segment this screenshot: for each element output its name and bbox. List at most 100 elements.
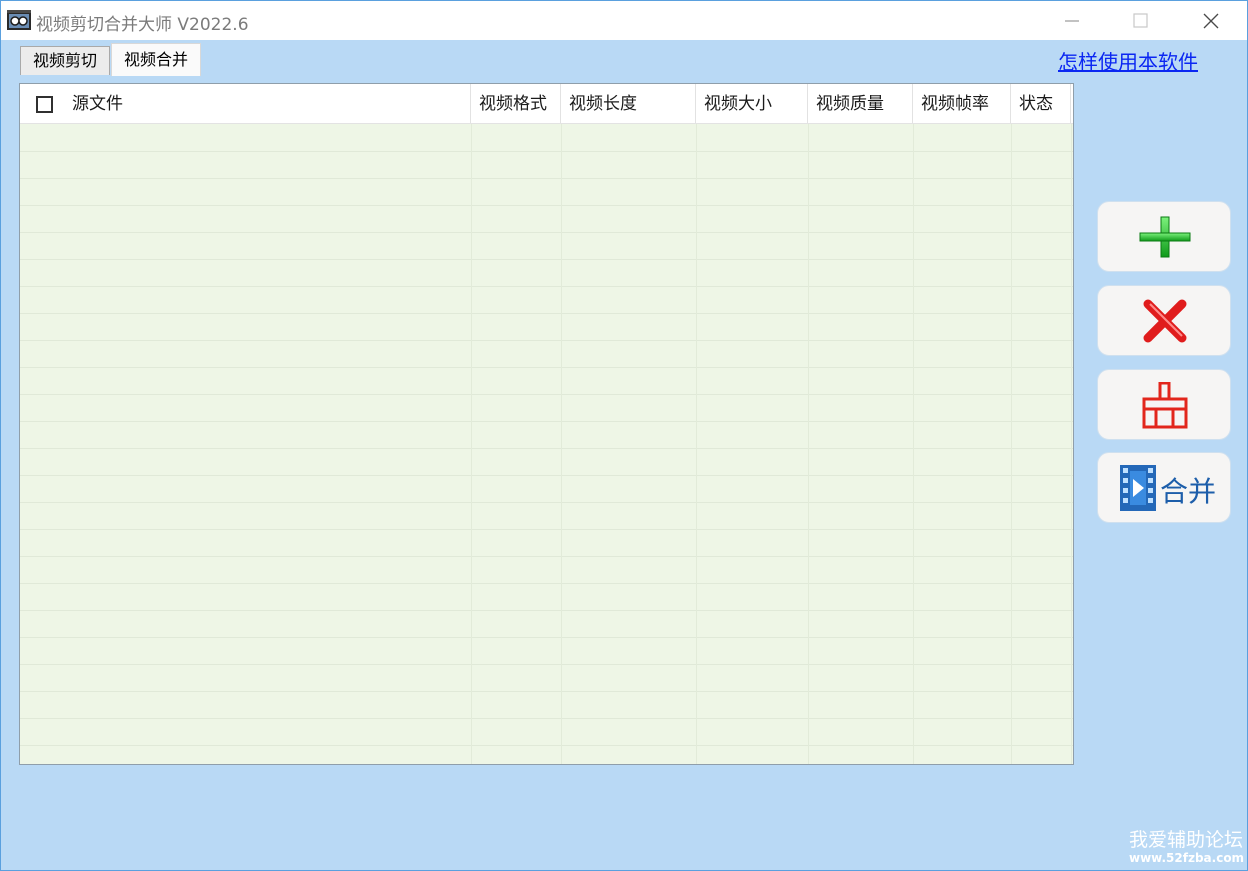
cell-divider: [808, 421, 809, 448]
cell-divider: [1011, 394, 1012, 421]
table-row[interactable]: [20, 448, 1073, 476]
cell-divider: [561, 502, 562, 529]
cell-divider: [696, 691, 697, 718]
cell-divider: [696, 286, 697, 313]
select-all-checkbox[interactable]: [36, 96, 53, 113]
cell-divider: [471, 151, 472, 178]
cell-divider: [696, 745, 697, 764]
table-row[interactable]: [20, 286, 1073, 314]
cell-divider: [808, 313, 809, 340]
cell-divider: [696, 637, 697, 664]
column-header-size[interactable]: 视频大小: [696, 84, 808, 123]
cell-divider: [808, 556, 809, 583]
close-icon[interactable]: [1187, 1, 1233, 40]
delete-button[interactable]: [1097, 285, 1231, 356]
table-row[interactable]: [20, 313, 1073, 341]
cell-divider: [1011, 151, 1012, 178]
cell-divider: [1011, 259, 1012, 286]
cell-divider: [913, 529, 914, 556]
table-row[interactable]: [20, 259, 1073, 287]
column-header-quality[interactable]: 视频质量: [808, 84, 913, 123]
table-row[interactable]: [20, 124, 1073, 152]
table-row[interactable]: [20, 637, 1073, 665]
cell-divider: [1011, 313, 1012, 340]
table-row[interactable]: [20, 502, 1073, 530]
cell-divider: [561, 475, 562, 502]
table-row[interactable]: [20, 529, 1073, 557]
cell-divider: [696, 610, 697, 637]
table-row[interactable]: [20, 151, 1073, 179]
table-row[interactable]: [20, 556, 1073, 584]
cell-divider: [808, 718, 809, 745]
table-row[interactable]: [20, 691, 1073, 719]
column-header-status[interactable]: 状态: [1011, 84, 1071, 123]
table-row[interactable]: [20, 178, 1073, 206]
cell-divider: [808, 124, 809, 151]
cell-divider: [561, 205, 562, 232]
table-row[interactable]: [20, 475, 1073, 503]
table-row[interactable]: [20, 232, 1073, 260]
table-row[interactable]: [20, 664, 1073, 692]
maximize-icon[interactable]: [1117, 1, 1163, 40]
table-row[interactable]: [20, 421, 1073, 449]
cell-divider: [913, 448, 914, 475]
cell-divider: [1071, 286, 1072, 313]
cell-divider: [696, 475, 697, 502]
cell-divider: [1071, 556, 1072, 583]
cell-divider: [696, 151, 697, 178]
cell-divider: [471, 664, 472, 691]
table-row[interactable]: [20, 745, 1073, 764]
cell-divider: [1071, 691, 1072, 718]
window-title: 视频剪切合并大师 V2022.6: [36, 15, 249, 35]
cell-divider: [808, 529, 809, 556]
table-row[interactable]: [20, 718, 1073, 746]
cell-divider: [1011, 421, 1012, 448]
cell-divider: [696, 178, 697, 205]
table-row[interactable]: [20, 394, 1073, 422]
add-button[interactable]: [1097, 201, 1231, 272]
table-row[interactable]: [20, 205, 1073, 233]
table-row[interactable]: [20, 340, 1073, 368]
cell-divider: [808, 205, 809, 232]
column-header-source-file[interactable]: 源文件: [20, 84, 471, 123]
table-row[interactable]: [20, 367, 1073, 395]
cell-divider: [471, 259, 472, 286]
cell-divider: [561, 313, 562, 340]
cell-divider: [696, 556, 697, 583]
column-header-format[interactable]: 视频格式: [471, 84, 561, 123]
cell-divider: [471, 610, 472, 637]
cell-divider: [561, 637, 562, 664]
minimize-icon[interactable]: [1048, 1, 1094, 40]
cell-divider: [913, 367, 914, 394]
cell-divider: [913, 394, 914, 421]
cell-divider: [471, 232, 472, 259]
cell-divider: [696, 367, 697, 394]
column-header-framerate[interactable]: 视频帧率: [913, 84, 1011, 123]
cell-divider: [471, 421, 472, 448]
merge-button[interactable]: 合并: [1097, 452, 1231, 523]
cell-divider: [1071, 232, 1072, 259]
cell-divider: [808, 745, 809, 764]
tab-video-merge[interactable]: 视频合并: [111, 43, 201, 76]
cell-divider: [913, 340, 914, 367]
help-link[interactable]: 怎样使用本软件: [1058, 46, 1198, 75]
cell-divider: [561, 151, 562, 178]
cell-divider: [1011, 610, 1012, 637]
cell-divider: [808, 610, 809, 637]
title-bar[interactable]: 视频剪切合并大师 V2022.6: [1, 1, 1247, 40]
tab-video-cut[interactable]: 视频剪切: [20, 46, 110, 75]
file-table[interactable]: 源文件 视频格式 视频长度 视频大小 视频质量 视频帧率 状态: [19, 83, 1074, 765]
cell-divider: [561, 556, 562, 583]
cell-divider: [561, 529, 562, 556]
clear-button[interactable]: [1097, 369, 1231, 440]
cell-divider: [471, 340, 472, 367]
column-header-duration[interactable]: 视频长度: [561, 84, 696, 123]
table-row[interactable]: [20, 583, 1073, 611]
cell-divider: [808, 583, 809, 610]
table-row[interactable]: [20, 610, 1073, 638]
cell-divider: [471, 367, 472, 394]
cell-divider: [1071, 637, 1072, 664]
cell-divider: [471, 313, 472, 340]
table-body[interactable]: [20, 124, 1073, 764]
cell-divider: [696, 529, 697, 556]
